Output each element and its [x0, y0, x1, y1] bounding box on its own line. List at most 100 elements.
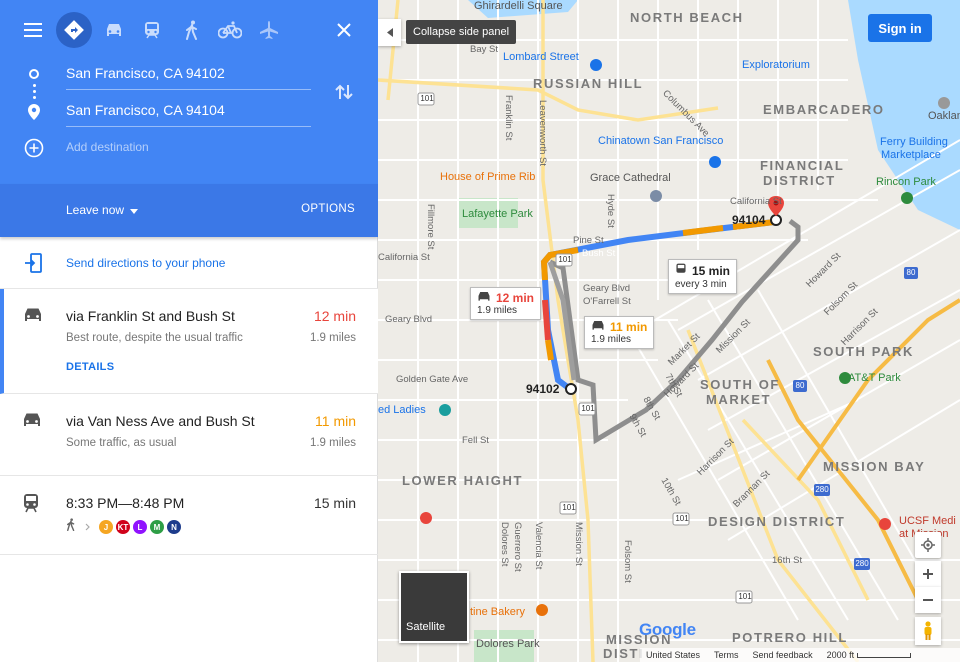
street-label: Geary Blvd	[583, 283, 630, 294]
map-label-grace-cathedral: Grace Cathedral	[590, 172, 671, 184]
route-callout-transit[interactable]: 15 min every 3 min	[668, 259, 738, 294]
interstate-280-label: 280	[815, 485, 829, 494]
route-title: via Franklin St and Bush St	[66, 308, 235, 324]
street-label: Golden Gate Ave	[396, 374, 469, 385]
add-destination-icon[interactable]	[24, 138, 44, 163]
scale-bar[interactable]: 2000 ft	[827, 650, 912, 660]
map-label-ucsf: UCSF Medi	[899, 515, 956, 527]
walk-icon[interactable]	[174, 12, 210, 48]
directions-header: San Francisco, CA 94102 San Francisco, C…	[0, 0, 378, 184]
close-icon[interactable]	[326, 12, 362, 48]
route-option-transit[interactable]: 8:33 PM—8:48 PM 15 min	[0, 476, 378, 555]
map-label-mission-bay: MISSION BAY	[823, 459, 926, 474]
map-label-russian-hill: RUSSIAN HILL	[533, 76, 644, 91]
highway-101-label: 101	[581, 404, 595, 413]
directions-icon[interactable]	[56, 12, 92, 48]
collapse-panel-button[interactable]	[378, 19, 401, 46]
hamburger-menu-icon[interactable]	[15, 12, 51, 48]
my-location-icon[interactable]	[915, 532, 941, 558]
bike-icon[interactable]	[212, 12, 248, 48]
street-label: O'Farrell St	[583, 296, 631, 307]
add-destination-input[interactable]: Add destination	[66, 140, 149, 154]
map-canvas[interactable]: NORTH BEACH RUSSIAN HILL EMBARCADERO FIN…	[378, 0, 960, 662]
train-icon[interactable]	[134, 12, 170, 48]
google-logo: Google	[639, 620, 696, 640]
pegman-icon[interactable]	[915, 617, 941, 645]
interstate-280-label: 280	[855, 559, 869, 568]
street-label: Guerrero St	[512, 522, 523, 572]
send-to-phone-link[interactable]: Send directions to your phone	[66, 256, 225, 270]
street-label: Fillmore St	[425, 204, 436, 250]
line-badge-kt: KT	[116, 520, 130, 534]
route-callout-van-ness[interactable]: 11 min 1.9 miles	[584, 316, 655, 349]
chevron-right-icon	[85, 518, 90, 536]
feedback-link[interactable]: Send feedback	[753, 650, 813, 660]
route-option-franklin[interactable]: via Franklin St and Bush St 12 min Best …	[0, 289, 378, 394]
highway-101-label: 101	[562, 503, 576, 512]
route-duration: 11 min	[315, 413, 356, 429]
destination-input[interactable]: San Francisco, CA 94104	[66, 97, 311, 127]
car-icon	[23, 307, 43, 328]
map-label-dolores-park: Dolores Park	[476, 638, 540, 650]
street-label: Bay St	[470, 44, 498, 55]
caret-left-icon	[386, 28, 393, 37]
highway-101-label: 101	[675, 514, 689, 523]
details-link[interactable]: DETAILS	[66, 361, 114, 373]
map-label-market: MARKET	[706, 392, 772, 407]
caret-down-icon	[130, 203, 139, 217]
collapse-tooltip: Collapse side panel	[406, 20, 517, 44]
send-to-phone-row[interactable]: Send directions to your phone	[0, 237, 378, 289]
line-badge-l: L	[133, 520, 147, 534]
terms-link[interactable]: Terms	[714, 650, 739, 660]
sign-in-button[interactable]: Sign in	[868, 14, 932, 42]
route-title: via Van Ness Ave and Bush St	[66, 413, 255, 429]
callout-distance: 1.9 miles	[477, 305, 518, 316]
satellite-layer-toggle[interactable]: Satellite	[399, 571, 469, 643]
route-option-van-ness[interactable]: via Van Ness Ave and Bush St 11 min Some…	[0, 394, 378, 476]
walk-icon	[66, 518, 76, 536]
callout-duration: 15 min	[692, 264, 731, 278]
street-label: California St	[730, 196, 782, 207]
callout-duration: 12 min	[496, 291, 535, 305]
route-summary: Best route, despite the usual traffic	[66, 332, 243, 344]
map-label-tartine: tine Bakery	[470, 606, 526, 618]
origin-zip-label: 94102	[526, 382, 560, 396]
map-label-exploratorium: Exploratorium	[742, 59, 810, 71]
street-label: 16th St	[772, 555, 803, 566]
map-label-oakland: Oaklan	[928, 110, 960, 122]
callout-duration: 11 min	[610, 320, 648, 334]
travel-mode-bar	[0, 10, 378, 50]
route-distance: 1.9 miles	[309, 437, 356, 449]
destination-pin-icon	[28, 104, 40, 125]
zoom-in-button[interactable]	[915, 561, 941, 587]
destination-zip-label: 94104	[732, 213, 766, 227]
map-label-att-park: AT&T Park	[848, 372, 901, 384]
plane-icon[interactable]	[251, 12, 287, 48]
car-icon	[477, 291, 491, 305]
map-label-district: DISTRICT	[763, 173, 836, 188]
map-label-lafayette-park: Lafayette Park	[462, 208, 533, 220]
car-icon[interactable]	[96, 12, 132, 48]
street-label: Mission St	[573, 522, 584, 566]
car-icon	[22, 412, 42, 433]
map-label-ferry-building: Ferry Building	[880, 136, 948, 148]
route-distance: 1.9 miles	[309, 332, 356, 344]
street-label: Valencia St	[533, 522, 544, 570]
route-callout-franklin[interactable]: 12 min 1.9 miles	[470, 287, 542, 320]
street-label: Franklin St	[503, 95, 514, 141]
map-label-financial: FINANCIAL	[760, 158, 845, 173]
options-button[interactable]: OPTIONS	[301, 203, 355, 215]
map-label-house-of-prime-rib: House of Prime Rib	[440, 171, 536, 183]
minus-icon	[923, 599, 933, 601]
map-label-potrero-hill: POTRERO HILL	[732, 630, 848, 645]
origin-input[interactable]: San Francisco, CA 94102	[66, 60, 311, 90]
route-duration: 12 min	[313, 308, 356, 324]
swap-icon[interactable]	[334, 82, 354, 107]
leave-now-dropdown[interactable]: Leave now	[66, 203, 139, 217]
map-label-lombard: Lombard Street	[503, 51, 579, 63]
line-badge-j: J	[99, 520, 113, 534]
map-label-design-district: DESIGN DISTRICT	[708, 514, 846, 529]
zoom-out-button[interactable]	[915, 587, 941, 613]
map-label-mission-district: DISTI	[603, 646, 645, 661]
map-label-south-of: SOUTH OF	[700, 377, 780, 392]
